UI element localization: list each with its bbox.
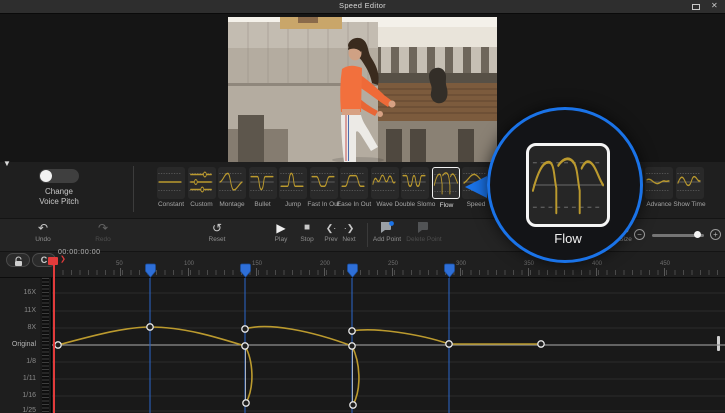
show-time-curve-icon	[676, 167, 702, 197]
lock-icon	[14, 256, 23, 267]
playhead-chevron-icon: ❯	[60, 255, 66, 263]
redo-icon: ↷	[83, 221, 123, 235]
playhead-handle[interactable]	[48, 257, 58, 265]
ruler-major-tick	[392, 268, 393, 276]
ruler-label: 400	[592, 261, 602, 267]
preset-show-time[interactable]: Show Time	[676, 167, 704, 199]
ruler-major-tick	[188, 268, 189, 276]
keyframe-pin[interactable]	[347, 263, 358, 278]
ruler-label: 300	[456, 261, 466, 267]
curve-point-handle[interactable]	[446, 341, 452, 347]
voice-pitch-label-2: Voice Pitch	[12, 197, 106, 206]
preset-fast-in-out[interactable]: Fast In Out	[310, 167, 338, 199]
constant-curve-icon	[157, 167, 183, 197]
zoom-in-icon[interactable]: +	[710, 229, 721, 240]
jump-curve-icon	[279, 167, 305, 197]
ruler-major-tick	[460, 268, 461, 276]
curve-point-handle[interactable]	[349, 343, 355, 349]
playhead-line[interactable]	[53, 257, 55, 413]
curve-point-handle[interactable]	[147, 324, 153, 330]
fast-in-out-curve-icon	[310, 167, 336, 197]
undo-icon: ↶	[23, 221, 63, 235]
ruler-label: 450	[660, 261, 670, 267]
ruler-major-tick	[664, 268, 665, 276]
speed-curve-segment	[245, 346, 252, 403]
preset-wave[interactable]: Wave	[371, 167, 399, 199]
magnifier-callout: Flow	[487, 107, 643, 263]
speed-curve-segment	[245, 327, 352, 346]
ruler-label: 50	[116, 261, 123, 267]
double-slomo-curve-icon	[401, 167, 427, 197]
video-preview	[228, 17, 497, 162]
curve-point-handle[interactable]	[350, 402, 356, 408]
close-icon[interactable]: ✕	[711, 1, 718, 10]
preset-bullet[interactable]: Bullet	[249, 167, 277, 199]
keyframe-pin[interactable]	[444, 263, 455, 278]
undo-button[interactable]: ↶ Undo	[23, 221, 63, 243]
preset-constant[interactable]: Constant	[157, 167, 185, 199]
curve-point-handle[interactable]	[538, 341, 544, 347]
preset-custom[interactable]: Custom	[188, 167, 216, 199]
ruler-label: 150	[252, 261, 262, 267]
speed-curve-canvas[interactable]	[0, 278, 725, 413]
ease-in-out-curve-icon	[340, 167, 366, 197]
keyframe-pin[interactable]	[145, 263, 156, 278]
bullet-curve-icon	[249, 167, 275, 197]
curve-point-handle[interactable]	[242, 343, 248, 349]
speed-editor-window: Speed Editor ✕	[0, 0, 725, 413]
maximize-icon[interactable]	[692, 4, 700, 10]
keyframe-pin[interactable]	[240, 263, 251, 278]
ruler-label: 100	[184, 261, 194, 267]
panel-separator	[133, 166, 134, 212]
custom-curve-icon	[188, 167, 214, 197]
collapse-panel-icon[interactable]: ▼	[3, 159, 11, 168]
next-button[interactable]: ·❯ Next	[329, 221, 369, 243]
ruler-label: 350	[524, 261, 534, 267]
flow-curve-icon	[433, 168, 459, 198]
ruler-major-tick	[528, 268, 529, 276]
delete-point-button[interactable]: Delete Point	[402, 221, 446, 243]
magnified-flow-preset	[526, 143, 610, 227]
toggle-knob-icon	[40, 170, 52, 182]
montage-curve-icon	[218, 167, 244, 197]
preset-ease-in-out[interactable]: Ease In Out	[340, 167, 368, 199]
magnified-preset-label: Flow	[490, 231, 646, 246]
curve-point-handle[interactable]	[243, 400, 249, 406]
window-title: Speed Editor	[0, 1, 725, 10]
ruler-label: 250	[388, 261, 398, 267]
preset-advance[interactable]: Advance	[645, 167, 673, 199]
ruler-major-tick	[596, 268, 597, 276]
curve-point-handle[interactable]	[349, 328, 355, 334]
preset-flow[interactable]: Flow	[432, 167, 460, 199]
redo-button[interactable]: ↷ Redo	[83, 221, 123, 243]
next-icon: ·❯	[329, 221, 369, 235]
voice-pitch-label-1: Change	[12, 187, 106, 196]
ruler-major-tick	[324, 268, 325, 276]
delete-point-icon	[402, 221, 446, 235]
magnifier-arrow-icon	[463, 174, 489, 200]
reset-button[interactable]: ↺ Reset	[197, 221, 237, 243]
ruler-label: 200	[320, 261, 330, 267]
preset-label: Show Time	[660, 201, 720, 208]
ruler-major-tick	[120, 268, 121, 276]
preset-double-slomo[interactable]: Double Slomo	[401, 167, 429, 199]
wave-curve-icon	[371, 167, 397, 197]
ruler-major-tick	[256, 268, 257, 276]
reset-icon: ↺	[197, 221, 237, 235]
advance-curve-icon	[645, 167, 671, 197]
lock-button[interactable]	[6, 253, 30, 267]
curve-point-handle[interactable]	[242, 326, 248, 332]
preset-jump[interactable]: Jump	[279, 167, 307, 199]
preset-montage[interactable]: Montage	[218, 167, 246, 199]
curve-point-handle[interactable]	[55, 342, 61, 348]
